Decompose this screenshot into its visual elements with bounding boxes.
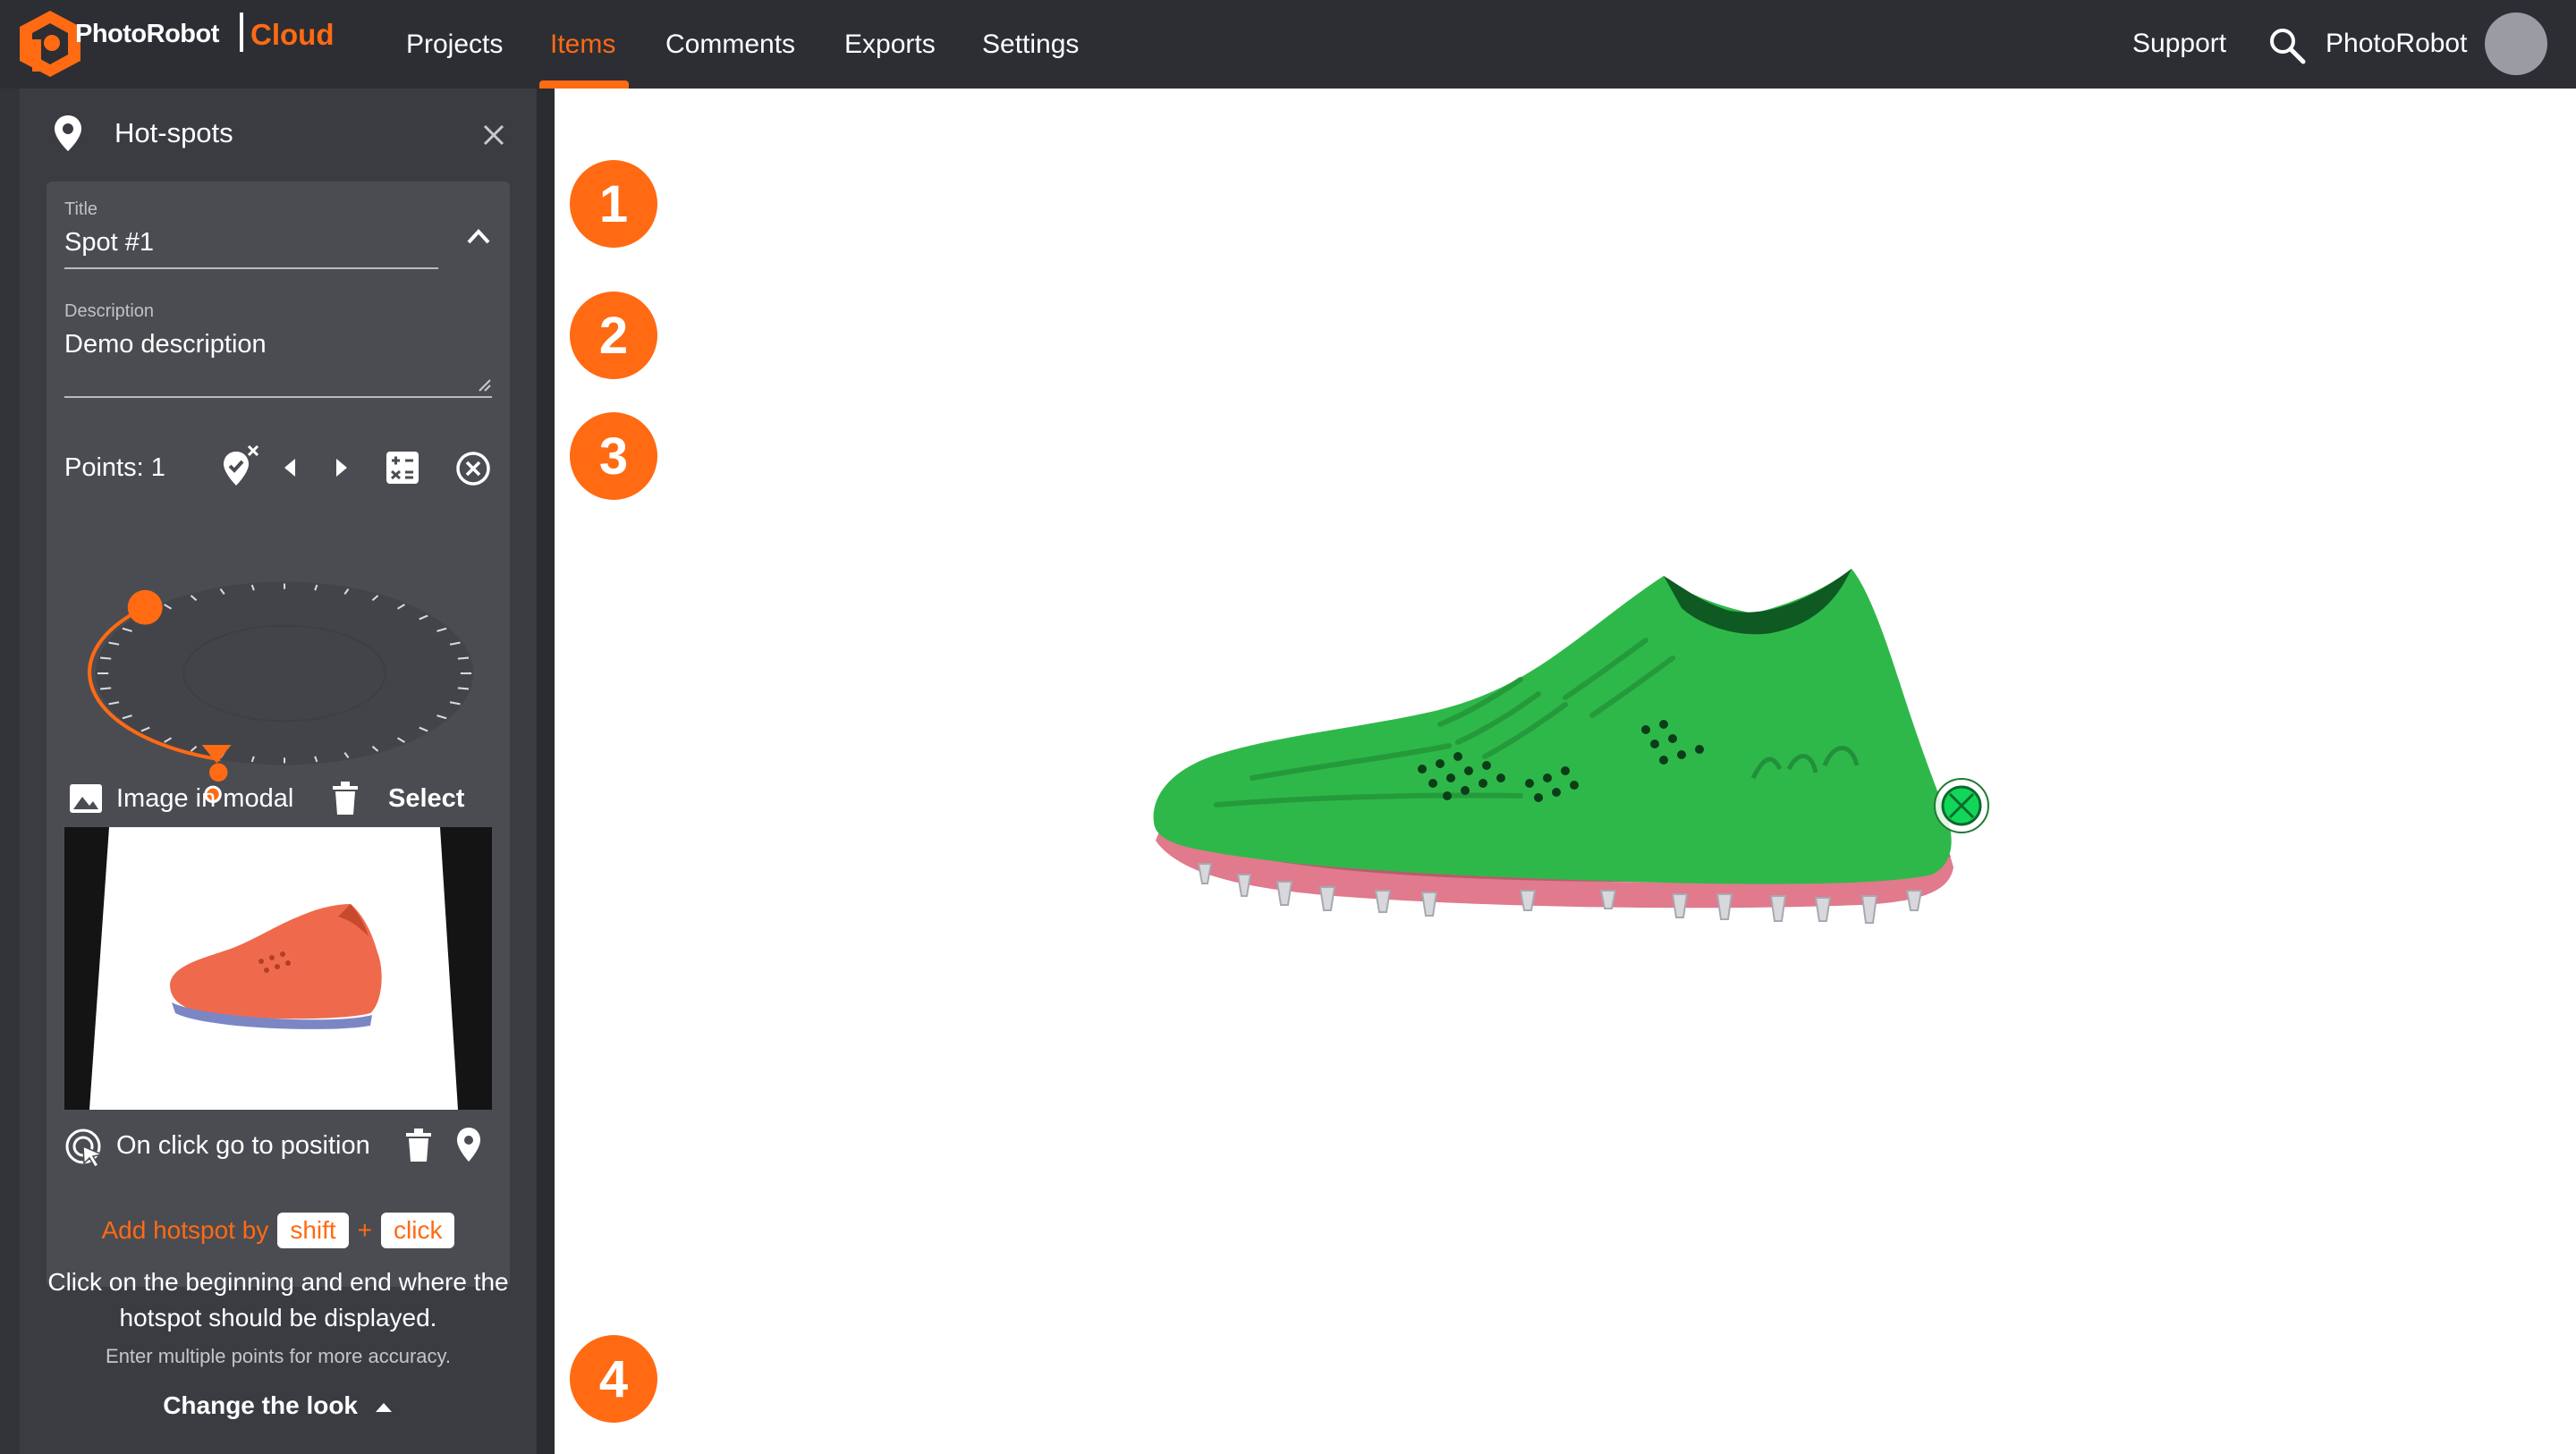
panel-title: Hot-spots [114,117,233,148]
trash-icon[interactable] [404,1128,433,1163]
avatar[interactable] [2485,13,2547,75]
panel-scrollbar[interactable] [537,89,555,1454]
clear-icon[interactable] [454,450,492,487]
add-point-icon[interactable] [220,444,259,489]
trash-icon[interactable] [331,781,360,816]
shoe-thumbnail-image [64,827,492,1110]
callout-badge-2: 2 [570,292,657,379]
left-rail [0,89,20,1454]
pin-icon[interactable] [454,1126,483,1163]
description-field-label: Description [64,301,155,321]
modal-image-thumbnail[interactable] [64,827,492,1110]
kbd-shift: shift [277,1213,349,1248]
callout-badge-4: 4 [570,1335,657,1423]
nav-projects[interactable]: Projects [406,30,503,60]
select-image-button[interactable]: Select [388,784,464,814]
top-bar: PhotoRobot Cloud Projects Items Comments… [0,0,2576,89]
hotspots-panel: Hot-spots Title Spot #1 Description Demo… [20,89,537,1454]
hotspot-marker[interactable] [1932,776,1991,835]
change-look-label: Change the look [163,1391,358,1419]
prev-icon[interactable] [281,455,299,480]
change-look-toggle[interactable]: Change the look [20,1391,537,1420]
goto-position-label: On click go to position [116,1131,370,1160]
title-field-label: Title [64,199,98,219]
hint-shortcut: Add hotspot by shift + click [20,1213,537,1248]
pin-icon [55,115,81,151]
dial-tick [457,687,470,690]
image-modal-label: Image in modal [116,784,294,813]
nav-items[interactable]: Items [550,30,615,60]
resize-grip-icon[interactable] [478,378,492,393]
description-field[interactable]: Demo description [64,330,267,359]
dial-tick [457,656,470,660]
image-modal-row: Image in modal Select [47,765,510,827]
title-field[interactable]: Spot #1 [64,228,154,258]
dial-tick [99,656,112,660]
points-toolbar: Points: 1 [47,441,510,495]
callout-badge-1: 1 [570,160,657,248]
dial-start-handle[interactable] [127,589,163,625]
goto-position-row: On click go to position [47,1110,510,1181]
brand-name: PhotoRobot [75,20,219,48]
hint-prefix: Add hotspot by [101,1216,269,1244]
product-shoe-image[interactable] [1145,554,2012,948]
brand-separator [240,13,243,52]
panel-header: Hot-spots [20,89,537,182]
nav-comments[interactable]: Comments [665,30,795,60]
logo[interactable] [16,9,84,79]
hint-body: Click on the beginning and end where the… [47,1268,509,1331]
kbd-click: click [381,1213,455,1248]
search-icon[interactable] [2268,27,2306,64]
support-link[interactable]: Support [2132,29,2226,59]
points-count: Points: 1 [64,453,165,482]
hotspot-card: Title Spot #1 Description Demo descripti… [47,182,510,1287]
nav-settings[interactable]: Settings [982,30,1079,60]
dial-tick [99,687,112,690]
close-icon[interactable] [481,123,506,148]
image-icon [70,784,102,813]
cursor-target-icon [65,1129,105,1168]
caret-up-icon [375,1402,392,1412]
logo-icon [20,11,80,77]
chevron-up-icon[interactable] [465,226,492,246]
nav-exports[interactable]: Exports [844,30,936,60]
calculator-icon[interactable] [385,450,420,486]
description-field-underline [64,396,492,398]
active-tab-indicator [539,80,629,89]
product-name: Cloud [250,18,335,51]
next-icon[interactable] [333,455,351,480]
user-name[interactable]: PhotoRobot [2326,29,2467,59]
title-field-underline [64,267,438,269]
hint-plus: + [357,1216,373,1244]
callout-badge-3: 3 [570,412,657,500]
hint-small: Enter multiple points for more accuracy. [106,1345,451,1367]
